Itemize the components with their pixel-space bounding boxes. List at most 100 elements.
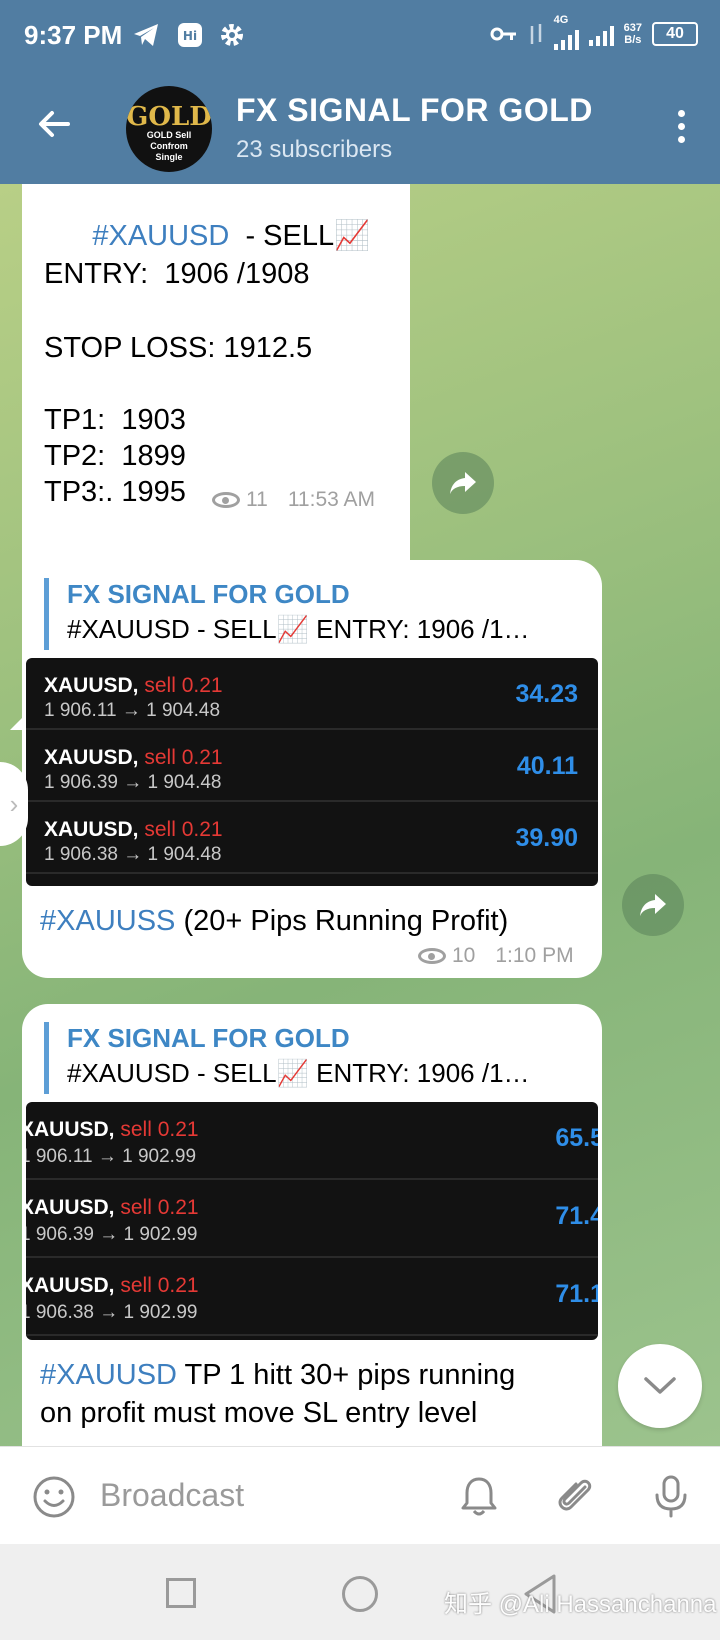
share-forward-icon[interactable] xyxy=(432,452,494,514)
message-caption-line2: on profit must move SL entry level xyxy=(40,1397,478,1429)
reply-author: FX SIGNAL FOR GOLD xyxy=(67,1023,350,1053)
trade-profit: 40.11 xyxy=(516,752,578,780)
chevron-down-icon xyxy=(644,1377,676,1394)
speed-unit: B/s xyxy=(624,34,642,46)
trade-row: XAUUSD, sell 0.21 1 906.39 → 1 904.48 40… xyxy=(26,730,598,802)
trade-profit: 34.23 xyxy=(515,680,578,708)
reply-snippet: #XAUUSD - SELL📈 ENTRY: 1906 /1… xyxy=(67,614,530,644)
input-bar: Broadcast xyxy=(0,1446,720,1544)
network-type: 4G xyxy=(553,14,569,26)
signal-bars-2-icon xyxy=(588,22,614,46)
view-count: 10 xyxy=(452,944,476,967)
reply-snippet: #XAUUSD - SELL📈 ENTRY: 1906 /1… xyxy=(67,1058,530,1088)
symbol-text: XAUUSD, xyxy=(44,818,139,841)
recent-apps-button[interactable] xyxy=(166,1578,196,1608)
trade-symbol: XAUUSD, sell 0.21 xyxy=(26,1196,199,1220)
trade-screenshot[interactable]: XAUUSD, sell 0.21 1 906.11 → 1 902.99 65… xyxy=(26,1102,598,1340)
message-meta: 10 1:10 PM xyxy=(418,944,574,968)
emoji-icon[interactable] xyxy=(32,1475,76,1519)
trade-row: XAUUSD, sell 0.21 1 906.38 → 1 904.48 39… xyxy=(26,802,598,874)
trade-prices: 1 906.38 → 1 904.48 xyxy=(44,844,222,865)
key-icon xyxy=(490,27,516,41)
avatar-subtext: GOLD Sell Confrom Single xyxy=(146,130,192,162)
hi-app-icon: Hi xyxy=(176,20,204,50)
tp3-line: TP3:. 1995 xyxy=(44,476,186,508)
trade-row: XAUUSD, sell 0.21 1 906.11 → 1 902.99 65… xyxy=(26,1102,598,1180)
reply-preview[interactable]: FX SIGNAL FOR GOLD #XAUUSD - SELL📈 ENTRY… xyxy=(44,578,584,650)
hashtag-link[interactable]: #XAUUSS xyxy=(40,905,175,937)
trade-screenshot[interactable]: XAUUSD, sell 0.21 1 906.11 → 1 904.48 34… xyxy=(26,658,598,886)
trade-prices: 1 906.11 → 1 904.48 xyxy=(44,700,221,721)
message-bubble[interactable]: FX SIGNAL FOR GOLD #XAUUSD - SELL📈 ENTRY… xyxy=(22,560,602,978)
system-nav-bar: 知乎 @Ali Hassanchanna xyxy=(0,1544,720,1640)
back-arrow-icon[interactable] xyxy=(34,104,74,144)
trade-action: sell 0.21 xyxy=(138,674,223,697)
trade-prices: 1 906.39 → 1 902.99 xyxy=(26,1224,198,1245)
view-count: 11 xyxy=(246,488,268,511)
data-arrows-icon xyxy=(530,24,541,44)
trade-row: XAUUSD, sell 0.21 1 906.11 → 1 904.48 34… xyxy=(26,658,598,730)
trade-symbol: XAUUSD, sell 0.21 xyxy=(44,674,223,698)
trade-symbol: XAUUSD, sell 0.21 xyxy=(44,818,223,842)
status-time: 9:37 PM xyxy=(24,20,123,50)
bell-icon[interactable] xyxy=(456,1473,502,1519)
chat-header: GOLD GOLD Sell Confrom Single FX SIGNAL … xyxy=(0,72,720,184)
svg-text:Hi: Hi xyxy=(183,29,197,43)
hashtag-link[interactable]: #XAUUSD xyxy=(40,1359,177,1391)
trade-row: XAUUSD, sell 0.21 1 906.38 → 1 902.99 71… xyxy=(26,1258,598,1336)
trade-action: sell 0.21 xyxy=(138,818,223,841)
status-indicators: 4G 637 B/s 40 xyxy=(490,14,698,50)
attach-paperclip-icon[interactable] xyxy=(552,1473,598,1519)
trade-prices: 1 906.11 → 1 902.99 xyxy=(26,1146,197,1167)
home-button[interactable] xyxy=(342,1576,378,1612)
network-speed: 637 B/s xyxy=(624,22,642,46)
symbol-text: XAUUSD, xyxy=(26,1196,115,1219)
caption-text: TP 1 hitt 30+ pips running xyxy=(177,1359,516,1391)
signal-bars-icon xyxy=(553,26,579,50)
trade-profit: 71.4 xyxy=(555,1202,598,1230)
reply-author: FX SIGNAL FOR GOLD xyxy=(67,579,350,609)
message-caption: #XAUUSD TP 1 hitt 30+ pips running xyxy=(40,1356,515,1394)
message-time: 11:53 AM xyxy=(287,488,375,511)
trade-prices: 1 906.38 → 1 902.99 xyxy=(26,1302,198,1323)
stop-loss-line: STOP LOSS: 1912.5 xyxy=(44,332,313,364)
trade-row: XAUUSD, sell 0.21 1 906.39 → 1 902.99 71… xyxy=(26,1180,598,1258)
tp2-line: TP2: 1899 xyxy=(44,440,186,472)
caption-text: (20+ Pips Running Profit) xyxy=(175,905,509,937)
trade-action: sell 0.21 xyxy=(138,746,223,769)
microphone-icon[interactable] xyxy=(648,1473,694,1519)
symbol-text: XAUUSD, xyxy=(26,1274,115,1297)
views-eye-icon xyxy=(418,948,446,964)
status-bar: 9:37 PM Hi 4G 637 B/s 40 xyxy=(0,0,720,72)
chat-area[interactable]: #XAUUSD - SELL📈 ENTRY: 1906 /1908 STOP L… xyxy=(0,184,720,1446)
hashtag-link[interactable]: #XAUUSD xyxy=(92,220,229,252)
symbol-text: XAUUSD, xyxy=(26,1118,115,1141)
entry-line: ENTRY: 1906 /1908 xyxy=(44,258,310,290)
scroll-down-button[interactable] xyxy=(618,1344,702,1428)
reply-preview[interactable]: FX SIGNAL FOR GOLD #XAUUSD - SELL📈 ENTRY… xyxy=(44,1022,584,1094)
trade-profit: 39.90 xyxy=(515,824,578,852)
channel-title[interactable]: FX SIGNAL FOR GOLD xyxy=(236,92,593,129)
broadcast-input[interactable]: Broadcast xyxy=(100,1477,244,1514)
signal-side: - SELL📈 xyxy=(229,220,371,252)
trade-action: sell 0.21 xyxy=(114,1274,199,1297)
message-time: 1:10 PM xyxy=(495,944,574,967)
tp1-line: TP1: 1903 xyxy=(44,404,186,436)
trade-action: sell 0.21 xyxy=(114,1196,199,1219)
more-options-icon[interactable] xyxy=(676,110,686,150)
subscriber-count: 23 subscribers xyxy=(236,136,393,163)
trade-action: sell 0.21 xyxy=(114,1118,199,1141)
symbol-text: XAUUSD, xyxy=(44,674,139,697)
message-meta: 11 11:53 AM xyxy=(212,488,375,512)
share-forward-icon[interactable] xyxy=(622,874,684,936)
battery-icon: 40 xyxy=(652,22,698,46)
settings-gear-icon xyxy=(218,20,246,50)
trade-prices: 1 906.39 → 1 904.48 xyxy=(44,772,222,793)
trade-symbol: XAUUSD, sell 0.21 xyxy=(26,1274,199,1298)
channel-avatar[interactable]: GOLD GOLD Sell Confrom Single xyxy=(126,86,212,172)
message-caption: #XAUUSS (20+ Pips Running Profit) xyxy=(40,902,508,940)
views-eye-icon xyxy=(212,492,240,508)
message-bubble[interactable]: FX SIGNAL FOR GOLD #XAUUSD - SELL📈 ENTRY… xyxy=(22,1004,602,1446)
trade-profit: 65.5 xyxy=(555,1124,598,1152)
trade-symbol: XAUUSD, sell 0.21 xyxy=(26,1118,199,1142)
